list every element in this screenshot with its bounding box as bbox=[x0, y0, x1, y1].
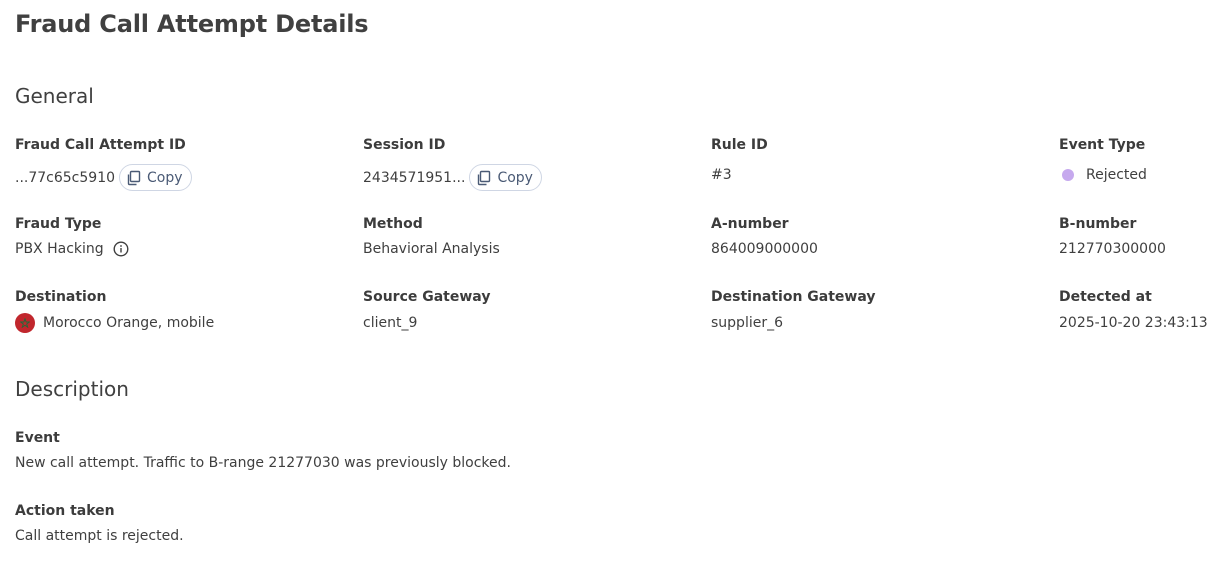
detected-at-value: 2025-10-20 23:43:13 bbox=[1059, 315, 1208, 331]
fraud-call-attempt-id-label: Fraud Call Attempt ID bbox=[15, 137, 186, 153]
session-id-label: Session ID bbox=[363, 137, 446, 153]
destination-row: Morocco Orange, mobile bbox=[15, 313, 214, 333]
general-section-title: General bbox=[15, 84, 94, 108]
destination-value: Morocco Orange, mobile bbox=[43, 315, 215, 331]
action-taken-field: Action taken Call attempt is rejected. bbox=[15, 503, 184, 544]
b-number-label: B-number bbox=[1059, 216, 1137, 232]
morocco-flag-icon bbox=[15, 313, 35, 333]
copy-icon bbox=[126, 170, 142, 186]
event-type-value: Rejected bbox=[1086, 167, 1147, 183]
session-id-row: 2434571951... Copy bbox=[363, 164, 542, 191]
copy-button-label: Copy bbox=[147, 169, 183, 186]
a-number-field: A-number 864009000000 bbox=[711, 216, 818, 257]
copy-fraud-call-attempt-id-button[interactable]: Copy bbox=[119, 164, 192, 191]
description-section-title: Description bbox=[15, 377, 129, 401]
copy-icon bbox=[476, 170, 492, 186]
event-type-row: Rejected bbox=[1059, 167, 1147, 183]
source-gateway-field: Source Gateway client_9 bbox=[363, 289, 490, 331]
method-value: Behavioral Analysis bbox=[363, 241, 500, 257]
event-type-field: Event Type Rejected bbox=[1059, 137, 1147, 183]
a-number-label: A-number bbox=[711, 216, 789, 232]
info-icon[interactable] bbox=[113, 241, 129, 257]
event-field: Event New call attempt. Traffic to B-ran… bbox=[15, 430, 511, 471]
method-field: Method Behavioral Analysis bbox=[363, 216, 500, 257]
rule-id-label: Rule ID bbox=[711, 137, 768, 153]
copy-button-label: Copy bbox=[497, 169, 533, 186]
event-label: Event bbox=[15, 430, 60, 446]
destination-label: Destination bbox=[15, 289, 107, 305]
fraud-type-label: Fraud Type bbox=[15, 216, 102, 232]
destination-field: Destination Morocco Orange, mobile bbox=[15, 289, 214, 333]
action-taken-label: Action taken bbox=[15, 503, 115, 519]
source-gateway-value: client_9 bbox=[363, 315, 418, 331]
b-number-field: B-number 212770300000 bbox=[1059, 216, 1166, 257]
fraud-call-attempt-id-value: ...77c65c5910 bbox=[15, 169, 116, 186]
status-dot-icon bbox=[1062, 169, 1074, 181]
fraud-call-attempt-id-row: ...77c65c5910 Copy bbox=[15, 164, 192, 191]
destination-gateway-value: supplier_6 bbox=[711, 315, 783, 331]
fraud-type-row: PBX Hacking bbox=[15, 241, 129, 257]
event-value: New call attempt. Traffic to B-range 212… bbox=[15, 455, 511, 471]
fraud-call-attempt-id-field: Fraud Call Attempt ID ...77c65c5910 Copy bbox=[15, 137, 192, 191]
destination-gateway-field: Destination Gateway supplier_6 bbox=[711, 289, 876, 331]
copy-session-id-button[interactable]: Copy bbox=[469, 164, 542, 191]
action-taken-value: Call attempt is rejected. bbox=[15, 528, 184, 544]
fraud-type-field: Fraud Type PBX Hacking bbox=[15, 216, 129, 257]
session-id-value: 2434571951... bbox=[363, 169, 466, 186]
rule-id-field: Rule ID #3 bbox=[711, 137, 768, 183]
session-id-field: Session ID 2434571951... Copy bbox=[363, 137, 542, 191]
fraud-call-attempt-details-page: Fraud Call Attempt Details General Fraud… bbox=[0, 0, 1215, 562]
fraud-type-value: PBX Hacking bbox=[15, 241, 104, 257]
page-title: Fraud Call Attempt Details bbox=[15, 10, 369, 38]
detected-at-field: Detected at 2025-10-20 23:43:13 bbox=[1059, 289, 1208, 331]
detected-at-label: Detected at bbox=[1059, 289, 1152, 305]
b-number-value: 212770300000 bbox=[1059, 241, 1166, 257]
rule-id-value: #3 bbox=[711, 167, 732, 183]
a-number-value: 864009000000 bbox=[711, 241, 818, 257]
source-gateway-label: Source Gateway bbox=[363, 289, 491, 305]
destination-gateway-label: Destination Gateway bbox=[711, 289, 876, 305]
method-label: Method bbox=[363, 216, 423, 232]
event-type-label: Event Type bbox=[1059, 137, 1146, 153]
